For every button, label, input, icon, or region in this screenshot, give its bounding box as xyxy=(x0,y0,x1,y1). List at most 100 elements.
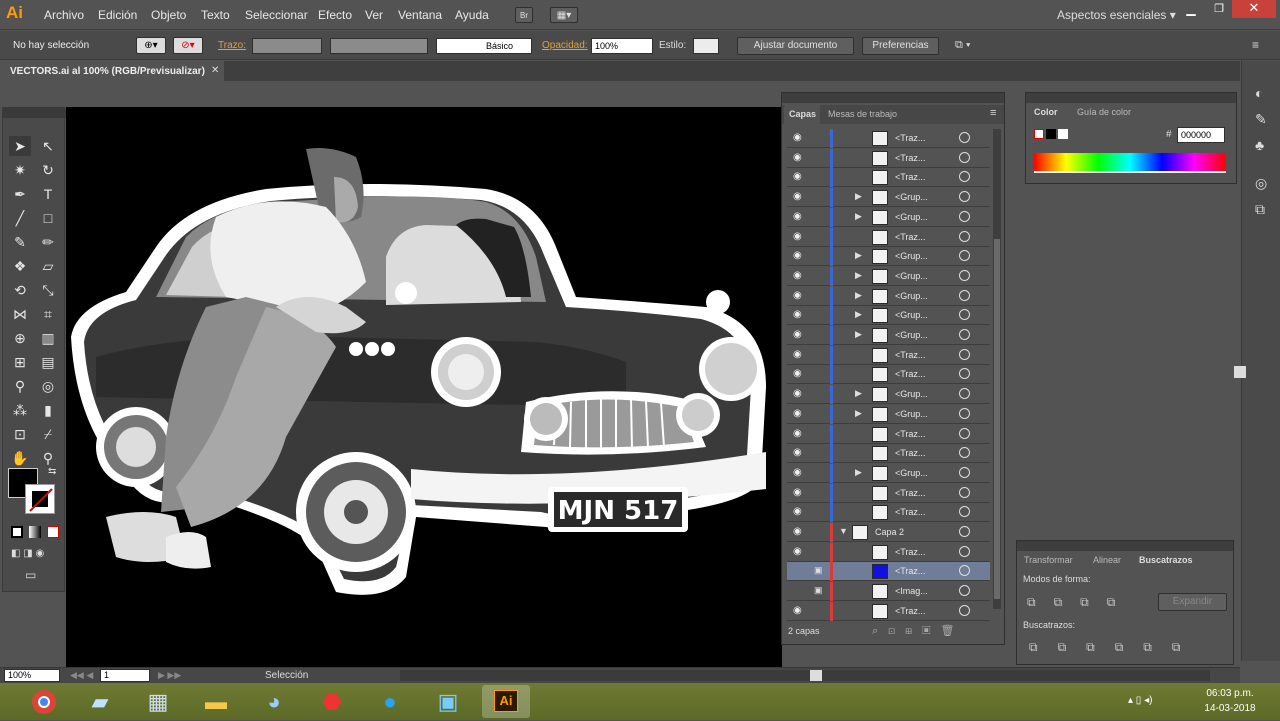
visibility-eye-icon[interactable]: ◉ xyxy=(793,349,802,360)
lock-icon[interactable]: ▣ xyxy=(814,565,823,576)
color-panel-icon[interactable]: ◐ xyxy=(1255,85,1263,101)
pathfinder-buttons[interactable]: ⧉⧉⧉⧉⧉⧉ xyxy=(1029,640,1200,655)
layer-name[interactable]: <Traz... xyxy=(895,448,925,458)
sublayer-row[interactable]: ◉ <Traz... xyxy=(787,444,990,464)
visibility-eye-icon[interactable]: ◉ xyxy=(793,487,802,498)
target-circle-icon[interactable] xyxy=(959,388,970,400)
target-circle-icon[interactable] xyxy=(959,506,970,518)
target-circle-icon[interactable] xyxy=(959,526,970,537)
gradient-tool-icon[interactable]: ▤ xyxy=(37,352,59,372)
layer-row[interactable]: ◉ ▼ Capa 2 xyxy=(787,523,990,542)
target-circle-icon[interactable] xyxy=(959,565,970,577)
illustrator-taskbar-button[interactable]: Ai xyxy=(482,685,530,718)
zoom-tool-icon[interactable]: ⚲ xyxy=(37,448,59,468)
gradient-mode-icon[interactable] xyxy=(29,526,41,538)
target-circle-icon[interactable] xyxy=(959,269,970,281)
layer-name[interactable]: <Traz... xyxy=(895,133,925,143)
layer-name[interactable]: <Grup... xyxy=(895,251,928,261)
expand-triangle-icon[interactable]: ▶ xyxy=(855,250,862,261)
variable-width-profile[interactable] xyxy=(330,38,428,54)
lock-icon[interactable]: ▣ xyxy=(814,585,823,596)
sublayer-row[interactable]: ◉ <Traz... xyxy=(787,365,990,385)
document-setup-button[interactable]: Ajustar documento xyxy=(737,37,854,55)
menu-seleccionar[interactable]: Seleccionar xyxy=(245,8,308,22)
visibility-eye-icon[interactable]: ◉ xyxy=(793,526,802,537)
layer-footer-icons[interactable]: ⌕⊡⊞▣🗑 xyxy=(872,624,965,638)
layer-name[interactable]: <Grup... xyxy=(895,310,928,320)
calculator-taskbar-icon[interactable]: ▦ xyxy=(134,685,182,718)
menu-efecto[interactable]: Efecto xyxy=(318,8,352,22)
tab-guia-de-color[interactable]: Guía de color xyxy=(1077,107,1131,117)
layer-name[interactable]: <Traz... xyxy=(895,429,925,439)
layer-name[interactable]: <Traz... xyxy=(895,507,925,517)
black-swatch[interactable] xyxy=(1046,129,1056,139)
sublayer-row[interactable]: ◉ <Traz... xyxy=(787,148,990,168)
layer-name[interactable]: <Traz... xyxy=(895,172,925,182)
layer-name[interactable]: <Grup... xyxy=(895,389,928,399)
sublayer-row[interactable]: ▣ <Traz... xyxy=(787,562,990,582)
visibility-eye-icon[interactable]: ◉ xyxy=(793,132,802,143)
layer-name[interactable]: <Traz... xyxy=(895,232,925,242)
tab-alinear[interactable]: Alinear xyxy=(1093,555,1121,565)
artboard-nav-next[interactable]: ▶ ▶▶ xyxy=(158,670,181,681)
layer-name[interactable]: Capa 2 xyxy=(875,527,904,537)
pencil-tool-icon[interactable]: ✏ xyxy=(37,232,59,252)
tab-color[interactable]: Color xyxy=(1028,105,1074,121)
visibility-eye-icon[interactable]: ◉ xyxy=(793,250,802,261)
color-mode-icon[interactable] xyxy=(11,526,23,538)
sublayer-row[interactable]: ◉ ▶ <Grup... xyxy=(787,247,990,267)
close-tab-icon[interactable]: ✕ xyxy=(211,65,219,76)
visibility-eye-icon[interactable]: ◉ xyxy=(793,152,802,163)
paint-taskbar-icon[interactable]: ◕ xyxy=(250,685,298,718)
stroke-label[interactable]: Trazo: xyxy=(218,40,246,51)
visibility-eye-icon[interactable]: ◉ xyxy=(793,428,802,439)
visibility-eye-icon[interactable]: ◉ xyxy=(793,191,802,202)
expand-triangle-icon[interactable]: ▶ xyxy=(855,467,862,478)
antivirus-taskbar-icon[interactable]: ⬣ xyxy=(308,685,356,718)
layer-name[interactable]: <Traz... xyxy=(895,350,925,360)
menu-ventana[interactable]: Ventana xyxy=(398,8,442,22)
artboard-number-field[interactable]: 1 xyxy=(100,669,150,682)
expand-triangle-icon[interactable]: ▶ xyxy=(855,290,862,301)
zoom-field[interactable]: 100% xyxy=(4,669,60,682)
menu-archivo[interactable]: Archivo xyxy=(44,8,84,22)
target-circle-icon[interactable] xyxy=(959,329,970,340)
target-circle-icon[interactable] xyxy=(959,289,970,301)
pen-tool-icon[interactable]: ✒ xyxy=(9,184,31,204)
sublayer-row[interactable]: ▣ <Imag... xyxy=(787,582,990,602)
layer-name[interactable]: <Traz... xyxy=(895,488,925,498)
selection-tool-icon[interactable]: ➤ xyxy=(9,136,31,156)
tray-icons[interactable]: ▴ ▯ ◂) xyxy=(1128,695,1152,706)
arrange-documents-button[interactable]: ▦▾ xyxy=(550,7,578,23)
file-explorer-taskbar-icon[interactable]: ▬ xyxy=(192,685,240,718)
direct-selection-tool-icon[interactable]: ↖ xyxy=(37,136,59,156)
layer-name[interactable]: <Grup... xyxy=(895,271,928,281)
layer-name[interactable]: <Grup... xyxy=(895,192,928,202)
target-circle-icon[interactable] xyxy=(959,545,970,557)
layer-name[interactable]: <Traz... xyxy=(895,369,925,379)
layer-name[interactable]: <Grup... xyxy=(895,468,928,478)
magic-wand-tool-icon[interactable]: ✷ xyxy=(9,160,31,180)
screen-mode-icon[interactable]: ▭ xyxy=(25,568,36,582)
sublayer-row[interactable]: ◉ ▶ <Grup... xyxy=(787,286,990,306)
free-transform-tool-icon[interactable]: ⌗ xyxy=(37,304,59,324)
horizontal-scrollbar-thumb[interactable] xyxy=(810,670,822,681)
bridge-button[interactable]: Br xyxy=(515,7,533,23)
target-circle-icon[interactable] xyxy=(959,368,970,380)
sublayer-row[interactable]: ◉ ▶ <Grup... xyxy=(787,266,990,286)
lasso-tool-icon[interactable]: ↻ xyxy=(37,160,59,180)
visibility-eye-icon[interactable]: ◉ xyxy=(793,329,802,340)
visibility-eye-icon[interactable]: ◉ xyxy=(793,290,802,301)
visibility-eye-icon[interactable]: ◉ xyxy=(793,408,802,419)
layers-panel-header[interactable] xyxy=(782,93,1004,103)
brushes-icon[interactable]: ✎ xyxy=(1255,111,1267,128)
menu-texto[interactable]: Texto xyxy=(201,8,230,22)
target-circle-icon[interactable] xyxy=(959,466,970,478)
sublayer-row[interactable]: ◉ ▶ <Grup... xyxy=(787,385,990,405)
appearance-icon[interactable]: ◎ xyxy=(1255,175,1267,192)
notes-taskbar-icon[interactable]: ▰ xyxy=(76,685,124,718)
target-circle-icon[interactable] xyxy=(959,604,970,616)
workspace-switcher[interactable]: Aspectos esenciales ▾ xyxy=(1057,8,1176,22)
layers-scrollbar-thumb[interactable] xyxy=(994,239,1000,599)
sublayer-row[interactable]: ◉ ▶ <Grup... xyxy=(787,188,990,208)
